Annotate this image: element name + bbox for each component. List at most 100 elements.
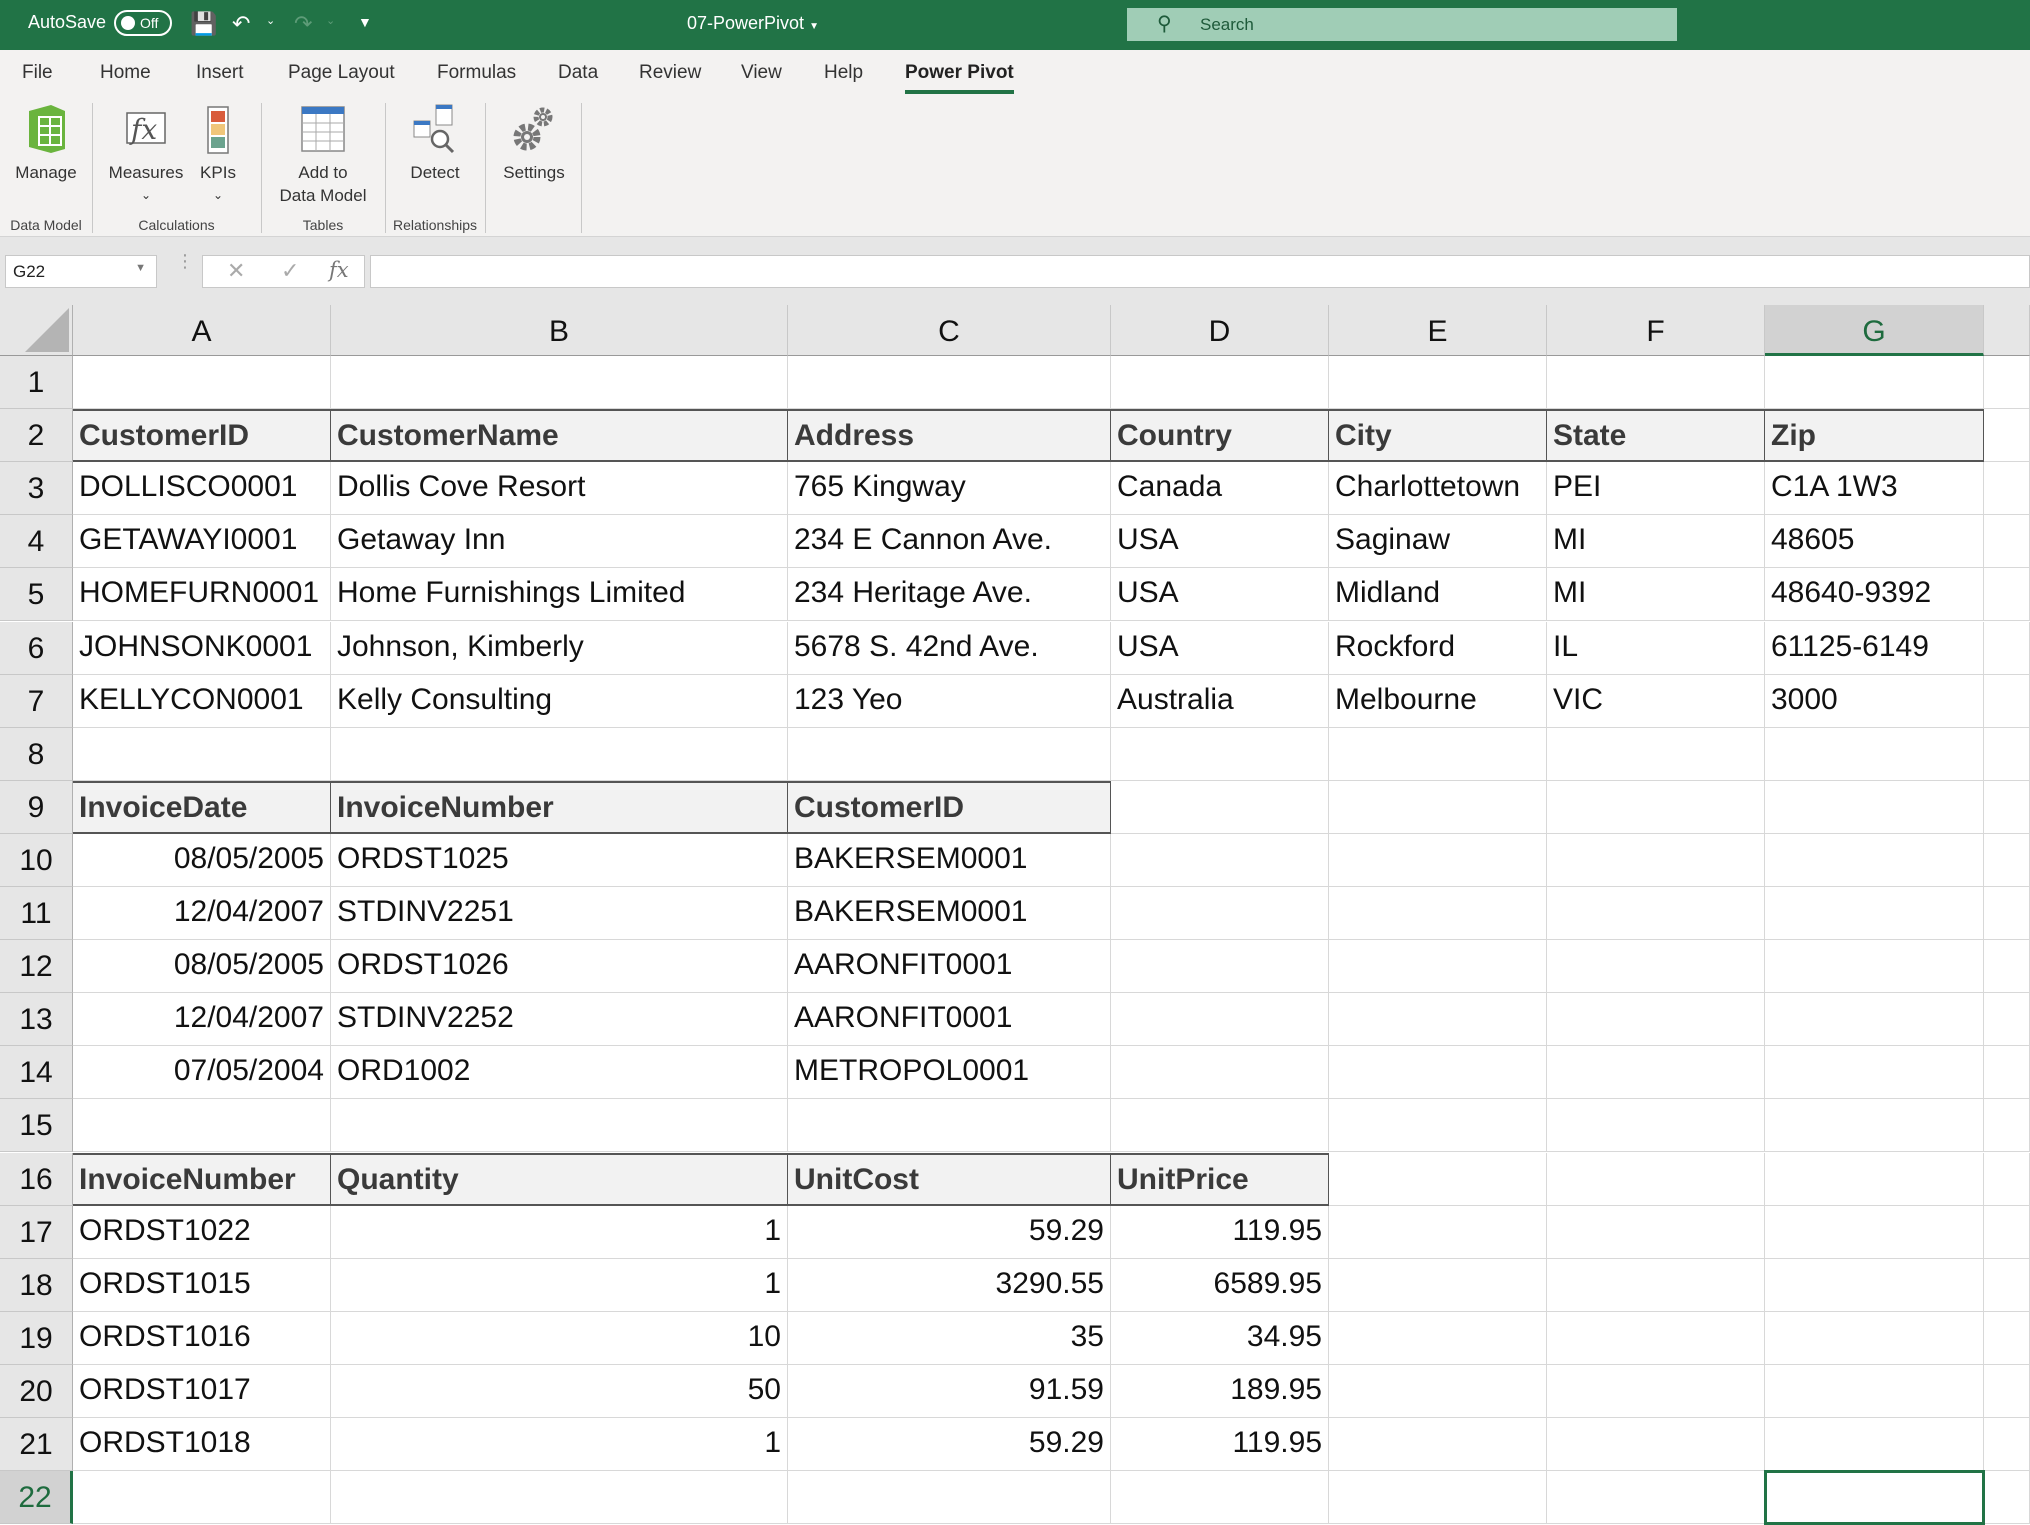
cell[interactable] [1547, 1205, 1765, 1259]
table-cell[interactable]: STDINV2252 [331, 993, 788, 1047]
cell[interactable] [73, 356, 331, 410]
cell[interactable] [331, 727, 788, 781]
cell[interactable] [73, 1471, 331, 1525]
document-title[interactable]: 07-PowerPivot ▼ [687, 13, 819, 34]
cell[interactable] [1547, 1046, 1765, 1100]
table-cell[interactable]: BAKERSEM0001 [788, 887, 1111, 941]
cell[interactable] [1329, 833, 1547, 887]
tab-view[interactable]: View [741, 62, 782, 84]
table-cell[interactable]: 34.95 [1111, 1311, 1329, 1365]
table-cell[interactable]: 189.95 [1111, 1364, 1329, 1418]
name-box[interactable]: G22 ▼ [5, 255, 157, 288]
cell[interactable] [1111, 833, 1329, 887]
row-header-15[interactable]: 15 [0, 1099, 73, 1153]
table-header-cell[interactable]: Quantity [331, 1152, 788, 1206]
table-cell[interactable]: 50 [331, 1364, 788, 1418]
column-header-a[interactable]: A [73, 305, 331, 356]
tab-formulas[interactable]: Formulas [437, 62, 516, 84]
cell[interactable] [1984, 940, 2030, 994]
table-cell[interactable]: 08/05/2005 [73, 833, 331, 887]
table-cell[interactable]: ORDST1018 [73, 1418, 331, 1472]
cell[interactable] [1984, 621, 2030, 675]
cell[interactable] [1765, 940, 1984, 994]
table-cell[interactable]: 119.95 [1111, 1205, 1329, 1259]
table-cell[interactable]: AARONFIT0001 [788, 993, 1111, 1047]
table-cell[interactable]: 3290.55 [788, 1258, 1111, 1312]
row-header-18[interactable]: 18 [0, 1258, 73, 1312]
resize-handle-icon[interactable]: ⋮ [176, 252, 194, 270]
table-cell[interactable]: BAKERSEM0001 [788, 833, 1111, 887]
cell[interactable] [1111, 993, 1329, 1047]
table-cell[interactable]: 59.29 [788, 1205, 1111, 1259]
table-header-cell[interactable]: InvoiceDate [73, 780, 331, 834]
table-cell[interactable]: 61125-6149 [1765, 621, 1984, 675]
table-cell[interactable]: 59.29 [788, 1418, 1111, 1472]
cell[interactable] [1329, 1046, 1547, 1100]
table-cell[interactable]: 35 [788, 1311, 1111, 1365]
row-header-1[interactable]: 1 [0, 356, 73, 410]
cell[interactable] [1111, 1046, 1329, 1100]
cell[interactable] [1329, 1418, 1547, 1472]
undo-dropdown-icon[interactable]: ⌄ [266, 14, 275, 27]
table-cell[interactable]: 5678 S. 42nd Ave. [788, 621, 1111, 675]
row-header-12[interactable]: 12 [0, 940, 73, 994]
cell[interactable] [1547, 993, 1765, 1047]
cell[interactable] [1329, 780, 1547, 834]
table-header-cell[interactable]: CustomerName [331, 409, 788, 463]
cell[interactable] [1984, 356, 2030, 410]
cell[interactable] [1984, 727, 2030, 781]
cell[interactable] [1765, 1311, 1984, 1365]
cell[interactable] [331, 356, 788, 410]
cell[interactable] [1111, 356, 1329, 410]
cell[interactable] [1765, 887, 1984, 941]
select-all-button[interactable] [0, 305, 73, 356]
table-cell[interactable]: Melbourne [1329, 674, 1547, 728]
insert-function-icon[interactable]: fx [329, 258, 349, 282]
table-cell[interactable]: HOMEFURN0001 [73, 568, 331, 622]
cell[interactable] [1547, 887, 1765, 941]
table-cell[interactable]: Saginaw [1329, 515, 1547, 569]
row-header-16[interactable]: 16 [0, 1152, 73, 1206]
table-cell[interactable]: ORD1002 [331, 1046, 788, 1100]
table-cell[interactable]: 765 Kingway [788, 462, 1111, 516]
table-cell[interactable]: Rockford [1329, 621, 1547, 675]
table-cell[interactable]: MI [1547, 515, 1765, 569]
cell[interactable] [1765, 1418, 1984, 1472]
table-cell[interactable]: AARONFIT0001 [788, 940, 1111, 994]
table-cell[interactable]: Charlottetown [1329, 462, 1547, 516]
table-cell[interactable]: Australia [1111, 674, 1329, 728]
table-cell[interactable]: 119.95 [1111, 1418, 1329, 1472]
row-header-4[interactable]: 4 [0, 515, 73, 569]
autosave-toggle[interactable]: Off [114, 10, 172, 36]
cell[interactable] [1984, 515, 2030, 569]
row-header-13[interactable]: 13 [0, 993, 73, 1047]
cell[interactable] [1547, 1471, 1765, 1525]
cell[interactable] [1765, 1205, 1984, 1259]
tab-power-pivot[interactable]: Power Pivot [905, 62, 1014, 94]
cell[interactable] [1765, 1152, 1984, 1206]
row-header-11[interactable]: 11 [0, 887, 73, 941]
cell[interactable] [788, 1471, 1111, 1525]
cell[interactable] [1765, 833, 1984, 887]
caret-down-icon[interactable]: ▼ [135, 262, 146, 274]
cell[interactable] [1547, 1099, 1765, 1153]
detect-button[interactable]: Detect [395, 103, 475, 184]
row-header-9[interactable]: 9 [0, 780, 73, 834]
table-cell[interactable]: 07/05/2004 [73, 1046, 331, 1100]
cell[interactable] [788, 727, 1111, 781]
table-cell[interactable]: 12/04/2007 [73, 993, 331, 1047]
cell[interactable] [1547, 1258, 1765, 1312]
cell[interactable] [1329, 1258, 1547, 1312]
table-cell[interactable]: Midland [1329, 568, 1547, 622]
table-cell[interactable]: 48640-9392 [1765, 568, 1984, 622]
cell[interactable] [1111, 780, 1329, 834]
table-header-cell[interactable]: InvoiceNumber [73, 1152, 331, 1206]
cell[interactable] [1329, 1364, 1547, 1418]
cell[interactable] [1547, 1418, 1765, 1472]
cell[interactable] [1765, 1258, 1984, 1312]
cell[interactable] [73, 1099, 331, 1153]
table-cell[interactable]: 123 Yeo [788, 674, 1111, 728]
table-cell[interactable]: ORDST1025 [331, 833, 788, 887]
cell[interactable] [1111, 1471, 1329, 1525]
measures-button[interactable]: fx Measures ⌄ [104, 103, 188, 207]
